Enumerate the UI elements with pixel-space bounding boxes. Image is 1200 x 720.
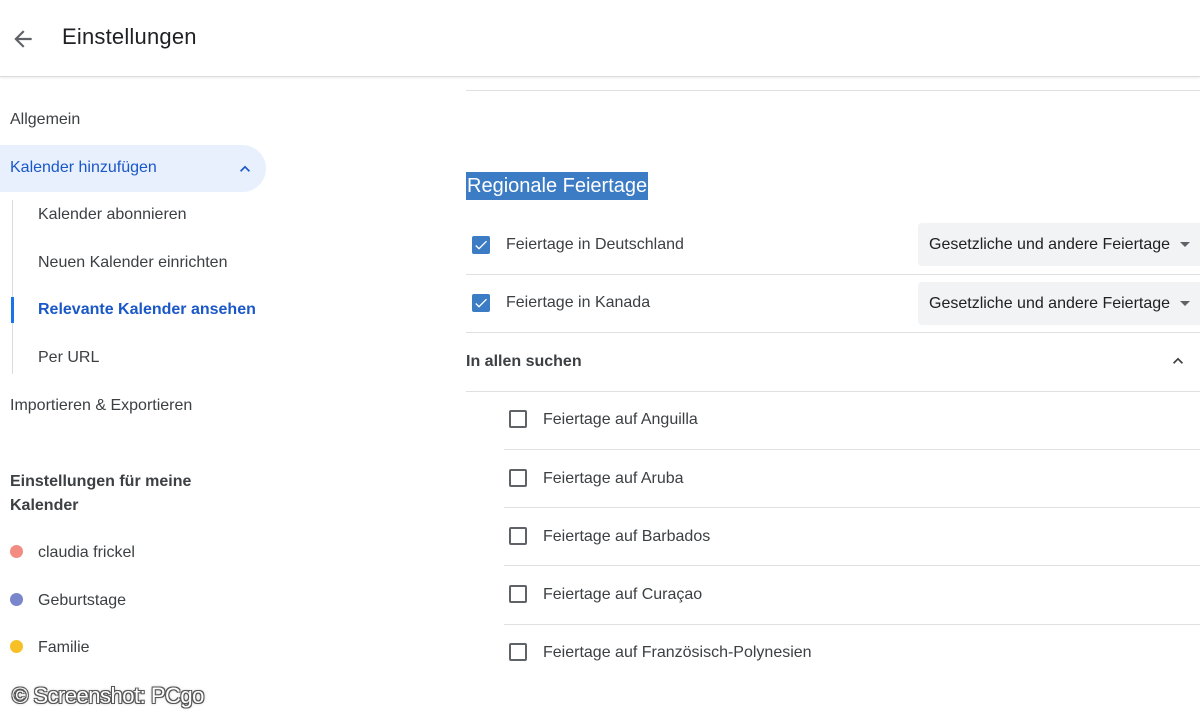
sidebar-subitem-browse-relevant[interactable]: Relevante Kalender ansehen	[38, 298, 256, 322]
select-value: Gesetzliche und andere Feiertage	[929, 236, 1171, 253]
check-icon	[475, 240, 487, 250]
divider	[504, 449, 1200, 450]
sidebar-item-label: Kalender hinzufügen	[10, 159, 157, 176]
section-title: Regionale Feiertage	[466, 172, 649, 200]
holiday-label: Feiertage auf Aruba	[543, 470, 684, 487]
sidebar-subitem-create[interactable]: Neuen Kalender einrichten	[38, 251, 227, 275]
holiday-checkbox[interactable]	[509, 643, 527, 661]
holiday-checkbox[interactable]	[472, 294, 490, 312]
chevron-up-icon	[240, 165, 250, 172]
calendar-color-dot	[10, 640, 23, 654]
calendar-name: claudia frickel	[38, 544, 135, 561]
divider	[504, 565, 1200, 566]
check-icon	[475, 298, 487, 308]
divider	[466, 274, 1200, 275]
sidebar-item-import-export[interactable]: Importieren & Exportieren	[10, 394, 192, 418]
divider	[504, 624, 1200, 625]
holiday-label: Feiertage in Kanada	[506, 294, 651, 311]
divider	[466, 332, 1200, 333]
divider	[466, 90, 1200, 91]
holiday-row: Feiertage in Kanada Gesetzliche und ande…	[466, 282, 1200, 332]
sidebar-subitem-from-url[interactable]: Per URL	[38, 346, 99, 370]
screenshot-watermark: © Screenshot: PCgo	[12, 683, 204, 708]
back-button[interactable]	[10, 26, 36, 52]
settings-sidebar: Allgemein Kalender hinzufügen Kalender a…	[0, 76, 300, 720]
calendar-item[interactable]: Geburtstage	[10, 589, 126, 613]
holiday-checkbox[interactable]	[509, 410, 527, 428]
sidebar-item-add-calendar[interactable]: Kalender hinzufügen	[0, 145, 266, 192]
holiday-label: Feiertage auf Barbados	[543, 528, 711, 545]
holiday-label: Feiertage auf Curaçao	[543, 586, 703, 603]
calendar-name: Familie	[38, 639, 90, 656]
app-header: Einstellungen	[0, 0, 1200, 77]
list-item[interactable]: Feiertage auf Barbados	[466, 513, 1200, 565]
holiday-row: Feiertage in Deutschland Gesetzliche und…	[466, 223, 1200, 273]
sidebar-item-general[interactable]: Allgemein	[10, 108, 80, 132]
list-item[interactable]: Feiertage auf Anguilla	[466, 396, 1200, 448]
calendar-item[interactable]: claudia frickel	[10, 541, 135, 565]
calendar-color-dot	[10, 545, 23, 559]
holiday-checkbox[interactable]	[472, 236, 490, 254]
holiday-checkbox[interactable]	[509, 469, 527, 487]
dropdown-arrow-icon	[1180, 301, 1190, 306]
divider	[504, 507, 1200, 508]
select-value: Gesetzliche und andere Feiertage	[929, 295, 1171, 312]
my-calendars-heading: Einstellungen für meine Kalender	[10, 473, 192, 514]
calendar-name: Geburtstage	[38, 592, 127, 609]
submenu-guide-line	[12, 200, 13, 374]
calendar-color-dot	[10, 593, 23, 607]
holiday-label: Feiertage auf Französisch-Polynesien	[543, 644, 812, 661]
search-all-toggle[interactable]: In allen suchen	[466, 350, 582, 374]
holiday-type-select[interactable]: Gesetzliche und andere Feiertage	[918, 223, 1200, 266]
sidebar-subitem-subscribe[interactable]: Kalender abonnieren	[38, 203, 187, 227]
dropdown-arrow-icon	[1180, 242, 1190, 247]
main-panel: Regionale Feiertage Feiertage in Deutsch…	[466, 76, 1200, 720]
list-item[interactable]: Feiertage auf Aruba	[466, 455, 1200, 507]
holiday-type-select[interactable]: Gesetzliche und andere Feiertage	[918, 282, 1200, 325]
holiday-checkbox[interactable]	[509, 527, 527, 545]
submenu-active-indicator	[11, 297, 14, 323]
list-item[interactable]: Feiertage auf Französisch-Polynesien	[466, 629, 1200, 681]
holiday-checkbox[interactable]	[509, 585, 527, 603]
calendar-item[interactable]: Familie	[10, 636, 90, 660]
arrow-left-icon	[14, 30, 32, 48]
chevron-up-icon[interactable]	[1168, 351, 1188, 371]
holiday-label: Feiertage in Deutschland	[506, 236, 684, 253]
page-title: Einstellungen	[62, 24, 197, 49]
divider	[466, 391, 1200, 392]
list-item[interactable]: Feiertage auf Curaçao	[466, 571, 1200, 623]
holiday-label: Feiertage auf Anguilla	[543, 411, 698, 428]
